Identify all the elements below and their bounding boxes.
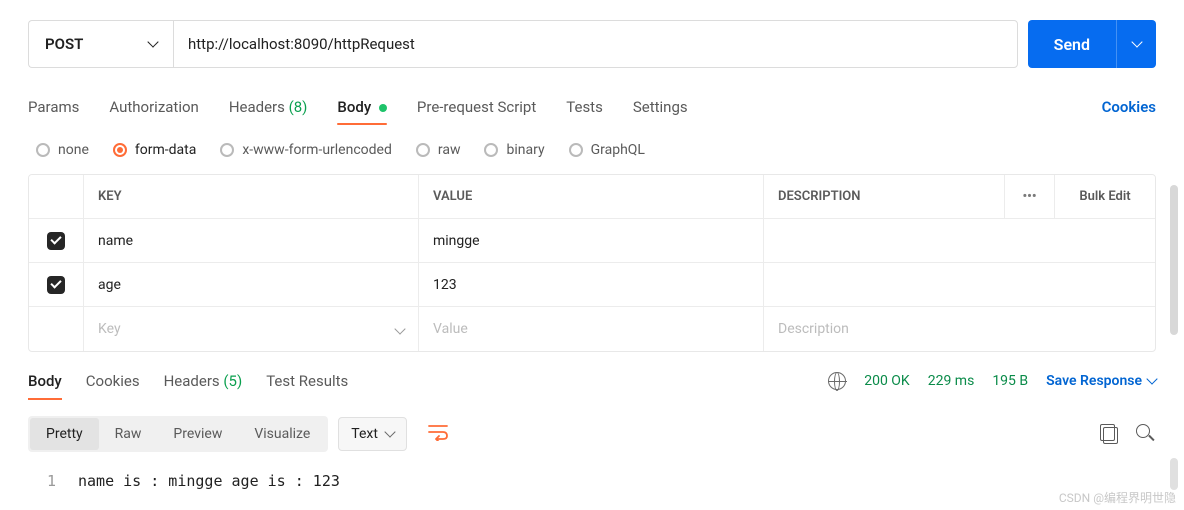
scrollbar[interactable] <box>1170 458 1178 490</box>
key-input[interactable]: Key <box>84 307 419 351</box>
tab-headers[interactable]: Headers (8) <box>229 90 308 124</box>
response-status: 200 OK <box>864 373 910 389</box>
view-raw[interactable]: Raw <box>99 418 158 450</box>
body-type-urlencoded[interactable]: x-www-form-urlencoded <box>220 142 392 158</box>
description-cell[interactable] <box>764 263 1155 306</box>
wrap-lines-button[interactable] <box>417 417 459 451</box>
value-cell[interactable]: 123 <box>419 263 764 306</box>
body-modified-indicator <box>379 104 387 112</box>
key-cell[interactable]: name <box>84 219 419 262</box>
empty-check <box>29 307 84 351</box>
chevron-down-icon <box>147 36 158 47</box>
response-tab-cookies[interactable]: Cookies <box>86 366 140 396</box>
body-type-graphql[interactable]: GraphQL <box>569 142 645 158</box>
response-size: 195 B <box>992 373 1028 389</box>
globe-icon[interactable] <box>828 372 846 390</box>
check-icon <box>50 233 61 244</box>
key-type-dropdown[interactable] <box>396 321 404 337</box>
tab-params[interactable]: Params <box>28 90 79 124</box>
table-row-new: Key Value Description <box>29 307 1155 351</box>
form-data-grid: KEY VALUE DESCRIPTION ••• Bulk Edit name… <box>28 174 1156 352</box>
copy-icon[interactable] <box>1100 424 1120 444</box>
http-method-select[interactable]: POST <box>28 20 173 68</box>
response-headers-count: (5) <box>223 372 242 390</box>
body-type-none[interactable]: none <box>36 142 89 158</box>
value-cell[interactable]: mingge <box>419 219 764 262</box>
line-number: 1 <box>28 472 78 490</box>
bulk-edit-button[interactable]: Bulk Edit <box>1055 175 1155 218</box>
radio-icon <box>569 143 583 157</box>
radio-icon <box>113 143 127 157</box>
view-preview[interactable]: Preview <box>157 418 238 450</box>
row-checkbox[interactable] <box>47 232 65 250</box>
view-pretty[interactable]: Pretty <box>30 418 99 450</box>
table-row: name mingge <box>29 219 1155 263</box>
url-input[interactable]: http://localhost:8090/httpRequest <box>173 20 1018 68</box>
chevron-down-icon <box>1131 36 1142 47</box>
header-value: VALUE <box>419 175 764 218</box>
body-type-binary[interactable]: binary <box>484 142 544 158</box>
body-type-form-data[interactable]: form-data <box>113 142 196 158</box>
tab-settings[interactable]: Settings <box>633 90 688 124</box>
response-tab-body[interactable]: Body <box>28 366 62 396</box>
tab-body[interactable]: Body <box>337 90 387 124</box>
radio-icon <box>416 143 430 157</box>
save-response-button[interactable]: Save Response <box>1046 373 1156 389</box>
http-method-value: POST <box>45 35 83 53</box>
column-options[interactable]: ••• <box>1005 175 1055 218</box>
view-mode-group: Pretty Raw Preview Visualize <box>28 416 328 452</box>
header-description: DESCRIPTION <box>764 175 1005 218</box>
response-line: name is : mingge age is : 123 <box>78 472 340 490</box>
chevron-down-icon <box>394 323 405 334</box>
wrap-icon <box>427 423 449 441</box>
language-select[interactable]: Text <box>338 417 407 451</box>
view-visualize[interactable]: Visualize <box>238 418 326 450</box>
chevron-down-icon <box>384 426 395 437</box>
radio-icon <box>36 143 50 157</box>
response-body-viewer[interactable]: 1 name is : mingge age is : 123 <box>28 462 1156 510</box>
send-button-label: Send <box>1028 35 1116 54</box>
header-key: KEY <box>84 175 419 218</box>
row-checkbox[interactable] <box>47 276 65 294</box>
key-cell[interactable]: age <box>84 263 419 306</box>
check-icon <box>50 277 61 288</box>
tab-prerequest-script[interactable]: Pre-request Script <box>417 90 536 124</box>
url-value: http://localhost:8090/httpRequest <box>188 35 415 53</box>
tab-authorization[interactable]: Authorization <box>109 90 198 124</box>
body-type-raw[interactable]: raw <box>416 142 461 158</box>
description-cell[interactable] <box>764 219 1155 262</box>
watermark: CSDN @编程界明世隐 <box>1059 489 1176 506</box>
scrollbar[interactable] <box>1170 185 1178 335</box>
value-input[interactable]: Value <box>419 307 764 351</box>
send-dropdown-toggle[interactable] <box>1116 20 1156 68</box>
tab-tests[interactable]: Tests <box>566 90 603 124</box>
response-time: 229 ms <box>928 373 975 389</box>
description-input[interactable]: Description <box>764 307 1155 351</box>
radio-icon <box>484 143 498 157</box>
search-icon[interactable] <box>1136 424 1156 444</box>
chevron-down-icon <box>1146 373 1157 384</box>
radio-icon <box>220 143 234 157</box>
header-check <box>29 175 84 218</box>
response-tab-test-results[interactable]: Test Results <box>266 366 348 396</box>
table-row: age 123 <box>29 263 1155 307</box>
send-button[interactable]: Send <box>1028 20 1156 68</box>
cookies-link[interactable]: Cookies <box>1102 98 1156 116</box>
headers-count: (8) <box>289 98 308 116</box>
response-tab-headers[interactable]: Headers (5) <box>164 366 243 396</box>
